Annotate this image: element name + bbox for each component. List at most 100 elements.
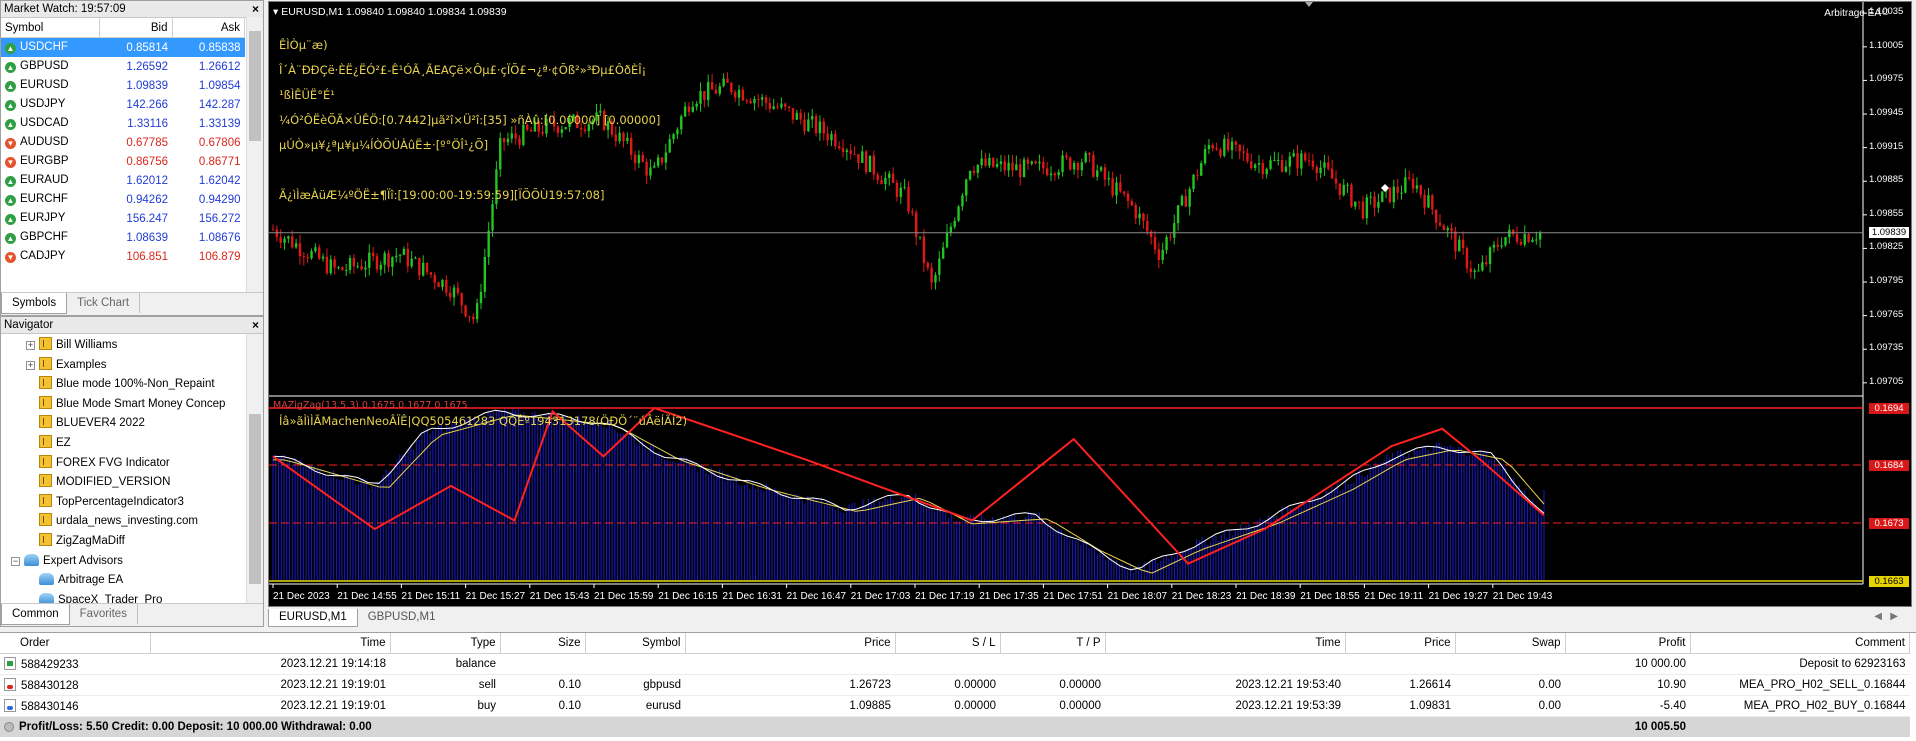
navigator-indicator[interactable]: ZigZagMaDiff (39, 532, 125, 550)
column-header[interactable]: Price (1345, 633, 1456, 654)
candle-body (1327, 162, 1330, 169)
tab-tick-chart[interactable]: Tick Chart (67, 293, 141, 313)
symbol-cell[interactable]: ▲ EURAUD (1, 171, 100, 190)
candle-body (1265, 168, 1268, 175)
tab-scroll-right-icon[interactable]: ▶ (1890, 611, 1898, 622)
symbol-cell[interactable]: ▲ EURJPY (1, 209, 100, 228)
candle-body (641, 154, 644, 162)
symbol-cell[interactable]: ▲ EURUSD (1, 76, 100, 95)
symbol-cell[interactable]: ▲ GBPCHF (1, 228, 100, 247)
close-icon[interactable]: × (252, 317, 259, 333)
column-header[interactable]: Time (150, 633, 391, 654)
candle-body (510, 133, 513, 139)
navigator-indicator[interactable]: EZ (39, 434, 71, 452)
candle-body (680, 116, 683, 130)
market-watch-row[interactable]: ▲ GBPUSD 1.26592 1.26612 (1, 57, 245, 76)
navigator-expert-advisors[interactable]: − Expert Advisors (11, 552, 123, 570)
market-watch-row[interactable]: ▲ EURCHF 0.94262 0.94290 (1, 190, 245, 209)
tab-common[interactable]: Common (1, 604, 70, 625)
trade-row[interactable]: 588429233 2023.12.21 19:14:18 balance 10 00… (0, 653, 1910, 675)
column-header[interactable]: Type (390, 633, 501, 654)
candle-body (741, 89, 745, 101)
market-watch-row[interactable]: ▲ GBPCHF 1.08639 1.08676 (1, 228, 245, 247)
market-watch-row[interactable]: ▲ EURAUD 1.62012 1.62042 (1, 171, 245, 190)
market-watch-row[interactable]: ▼ CADJPY 106.851 106.879 (1, 247, 245, 266)
candle-body (379, 264, 383, 270)
navigator-indicator[interactable]: Blue Mode Smart Money Concep (39, 395, 225, 413)
symbol-cell[interactable]: ▲ EURCHF (1, 190, 100, 209)
market-watch-row[interactable]: ▼ EURGBP 0.86756 0.86771 (1, 152, 245, 171)
market-watch-scrollbar[interactable] (246, 17, 263, 293)
tab-eurusd-m1[interactable]: EURUSD,M1 (268, 609, 358, 627)
column-header[interactable]: Profit (1565, 633, 1691, 654)
symbol-cell[interactable]: ▼ EURGBP (1, 152, 100, 171)
close-icon[interactable]: × (252, 1, 259, 17)
navigator-indicator[interactable]: Blue mode 100%-Non_Repaint (39, 375, 215, 393)
column-header[interactable]: Time (1105, 633, 1346, 654)
tab-favorites[interactable]: Favorites (70, 604, 138, 624)
navigator-indicator[interactable]: MODIFIED_VERSION (39, 473, 170, 491)
candle-body (1442, 225, 1446, 231)
column-header[interactable]: Comment (1690, 633, 1910, 654)
candle-body (1219, 149, 1222, 156)
market-watch-row[interactable]: ▲ EURUSD 1.09839 1.09854 (1, 76, 245, 95)
trade-row[interactable]: 5884301​28 2023.12.21 19:19:01 sell 0.10 gbp… (0, 674, 1910, 696)
navigator-scrollbar[interactable] (246, 334, 263, 604)
market-watch-row[interactable]: ▲ USDCHF 0.85814 0.85838 (1, 37, 245, 57)
navigator-panel: Navigator × + Bill Williams + Examples Blue … (0, 316, 264, 627)
tab-symbols[interactable]: Symbols (1, 293, 68, 314)
column-header[interactable]: S / L (895, 633, 1001, 654)
candle-body (915, 212, 918, 238)
chart-menu-triangle-icon[interactable]: ▾ (273, 6, 281, 18)
expand-icon[interactable]: + (26, 360, 35, 370)
column-header[interactable]: Price (685, 633, 896, 654)
candle-body (368, 252, 371, 268)
navigator-indicator[interactable]: FOREX FVG Indicator (39, 454, 170, 472)
symbol-cell[interactable]: ▼ CADJPY (1, 247, 100, 266)
column-header[interactable]: Swap (1455, 633, 1566, 654)
candle-body (1234, 141, 1238, 145)
price-chart-canvas[interactable] (269, 2, 1912, 607)
time-tick-label: 21 Dec 15:43 (529, 591, 590, 602)
market-watch-row[interactable]: ▲ USDJPY 142.266 142.287 (1, 95, 245, 114)
column-header-symbol[interactable]: Symbol (1, 18, 100, 38)
candle-body (645, 161, 648, 176)
time-tick-label: 21 Dec 16:47 (786, 591, 847, 602)
market-watch-row[interactable]: ▼ AUDUSD 0.67785 0.67806 (1, 133, 245, 152)
navigator-folder[interactable]: + Examples (26, 356, 107, 374)
symbol-cell[interactable]: ▲ GBPUSD (1, 57, 100, 76)
navigator-folder[interactable]: + Bill Williams (26, 336, 117, 354)
market-watch-row[interactable]: ▲ EURJPY 156.247 156.272 (1, 209, 245, 228)
time-tick-label: 21 Dec 18:39 (1236, 591, 1296, 602)
candle-body (418, 257, 421, 276)
symbol-cell[interactable]: ▲ USDCAD (1, 114, 100, 133)
trade-row[interactable]: 588430146 2023.12.21 19:19:01 buy 0.10 eurus… (0, 695, 1910, 717)
navigator-indicator[interactable]: urdala_news_investing.com (39, 512, 198, 530)
candle-body (1296, 153, 1299, 169)
column-header[interactable]: Size (500, 633, 586, 654)
column-header-bid[interactable]: Bid (99, 18, 173, 38)
column-header[interactable]: T / P (1000, 633, 1106, 654)
tab-gbpusd-m1[interactable]: GBPUSD,M1 (358, 609, 446, 626)
market-watch-row[interactable]: ▲ USDCAD 1.33116 1.33139 (1, 114, 245, 133)
symbol-cell[interactable]: ▲ USDCHF (1, 37, 100, 57)
expand-icon[interactable]: + (26, 341, 35, 350)
column-header[interactable]: Symbol (585, 633, 686, 654)
current-price-label: 1.09839 (1869, 226, 1909, 238)
tab-scroll-left-icon[interactable]: ◀ (1874, 611, 1882, 622)
symbol-cell[interactable]: ▲ USDJPY (1, 95, 100, 114)
scrollbar-thumb[interactable] (249, 31, 261, 141)
navigator-indicator[interactable]: BLUEVER4 2022 (39, 414, 145, 432)
price-tick-label: 1.09975 (1869, 73, 1904, 85)
column-header-ask[interactable]: Ask (172, 18, 245, 38)
navigator-indicator[interactable]: TopPercentageIndicator3 (39, 493, 184, 511)
symbol-cell[interactable]: ▼ AUDUSD (1, 133, 100, 152)
scrollbar-thumb[interactable] (249, 414, 261, 584)
chart-window[interactable]: ▾ EURUSD,M1 1.09840 1.09840 1.09834 1.09… (268, 1, 1912, 607)
ask-cell: 1.62042 (198, 174, 241, 187)
column-header[interactable]: Order (0, 633, 151, 654)
collapse-icon[interactable]: − (11, 556, 20, 566)
navigator-expert[interactable]: Arbitrage EA (39, 571, 123, 589)
candle-body (1280, 159, 1284, 172)
candle-body (306, 257, 309, 259)
